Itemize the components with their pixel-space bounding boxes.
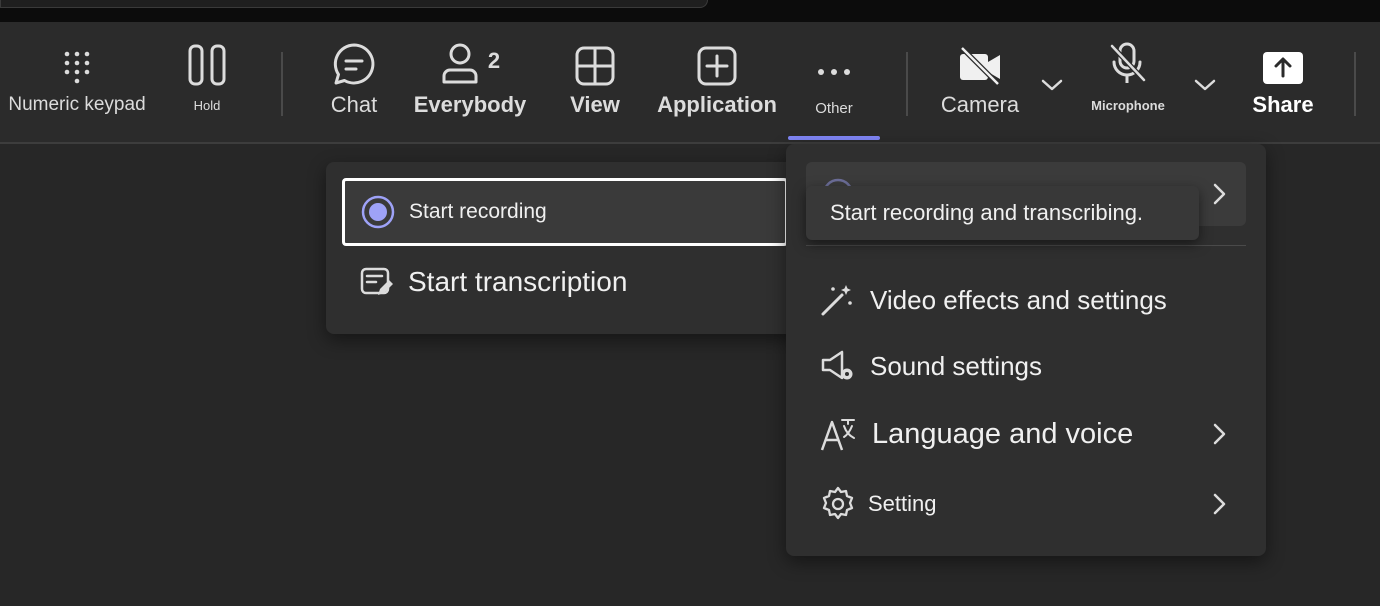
application-label: Application [657, 92, 777, 117]
start-recording-label: Start recording [409, 200, 547, 223]
add-app-icon [697, 22, 737, 92]
gear-icon [822, 486, 854, 520]
record-submenu: Start recording Start transcription [326, 162, 806, 334]
person-icon [442, 43, 478, 84]
language-icon [820, 419, 855, 451]
window-tab [0, 0, 708, 8]
chevron-right-icon [1213, 183, 1226, 205]
participant-count: 2 [487, 48, 501, 73]
toolbar-separator [1354, 52, 1356, 116]
everybody-button[interactable]: 2 Everybody [414, 22, 526, 140]
video-effects-label: Video effects and settings [870, 284, 1167, 315]
camera-button[interactable]: Camera [936, 22, 1024, 140]
more-icon [817, 22, 851, 92]
toolbar-separator [906, 52, 908, 116]
menu-divider [806, 245, 1246, 246]
chat-label: Chat [330, 92, 378, 117]
video-effects-item[interactable]: Video effects and settings [806, 268, 1246, 332]
microphone-button[interactable]: Microphone [1091, 22, 1165, 140]
record-icon [361, 195, 395, 229]
sound-settings-item[interactable]: Sound settings [806, 334, 1246, 398]
grid-view-icon [575, 22, 615, 92]
keypad-label: Numeric keypad [8, 94, 146, 115]
setting-label: Setting [868, 491, 937, 516]
start-recording-item[interactable]: Start recording [342, 178, 788, 246]
hold-button[interactable]: Hold [176, 22, 238, 140]
chat-icon [332, 22, 376, 92]
tooltip-text: Start recording and transcribing. [830, 200, 1144, 225]
share-icon [1263, 22, 1303, 92]
pause-icon [188, 22, 226, 92]
transcription-icon [360, 267, 393, 295]
share-button[interactable]: Share [1246, 22, 1320, 140]
other-button[interactable]: Other [796, 22, 872, 140]
active-tab-indicator [788, 136, 880, 140]
magic-wand-icon [821, 285, 852, 316]
keypad-icon [62, 22, 92, 92]
language-voice-label: Language and voice [872, 417, 1134, 450]
microphone-off-icon [1108, 22, 1148, 92]
chat-button[interactable]: Chat [318, 22, 390, 140]
hold-label: Hold [193, 98, 221, 113]
toolbar-separator [281, 52, 283, 116]
tooltip: Start recording and transcribing. [806, 186, 1199, 240]
share-label: Share [1252, 92, 1314, 117]
application-button[interactable]: Application [657, 22, 777, 140]
start-transcription-label: Start transcription [408, 266, 628, 297]
other-label: Other [815, 100, 853, 117]
numeric-keypad-button[interactable]: Numeric keypad [8, 22, 146, 140]
people-icon-wrap: 2 [414, 22, 526, 92]
start-transcription-item[interactable]: Start transcription [342, 248, 788, 316]
camera-label: Camera [940, 92, 1020, 117]
chevron-down-icon [1194, 22, 1216, 97]
view-label: View [570, 92, 620, 117]
camera-off-icon [958, 22, 1002, 92]
camera-options-button[interactable] [1036, 22, 1068, 140]
chevron-right-icon [1213, 423, 1226, 445]
everybody-label: Everybody [413, 92, 527, 117]
microphone-label: Microphone [1091, 98, 1165, 113]
window-top-strip [0, 0, 1380, 22]
language-voice-item[interactable]: Language and voice [806, 402, 1246, 466]
chevron-down-icon [1041, 22, 1063, 97]
microphone-options-button[interactable] [1190, 22, 1220, 140]
sound-settings-label: Sound settings [870, 350, 1043, 381]
speaker-gear-icon [821, 350, 853, 380]
chevron-right-icon [1213, 493, 1226, 515]
view-button[interactable]: View [560, 22, 630, 140]
setting-item[interactable]: Setting [806, 472, 1246, 536]
